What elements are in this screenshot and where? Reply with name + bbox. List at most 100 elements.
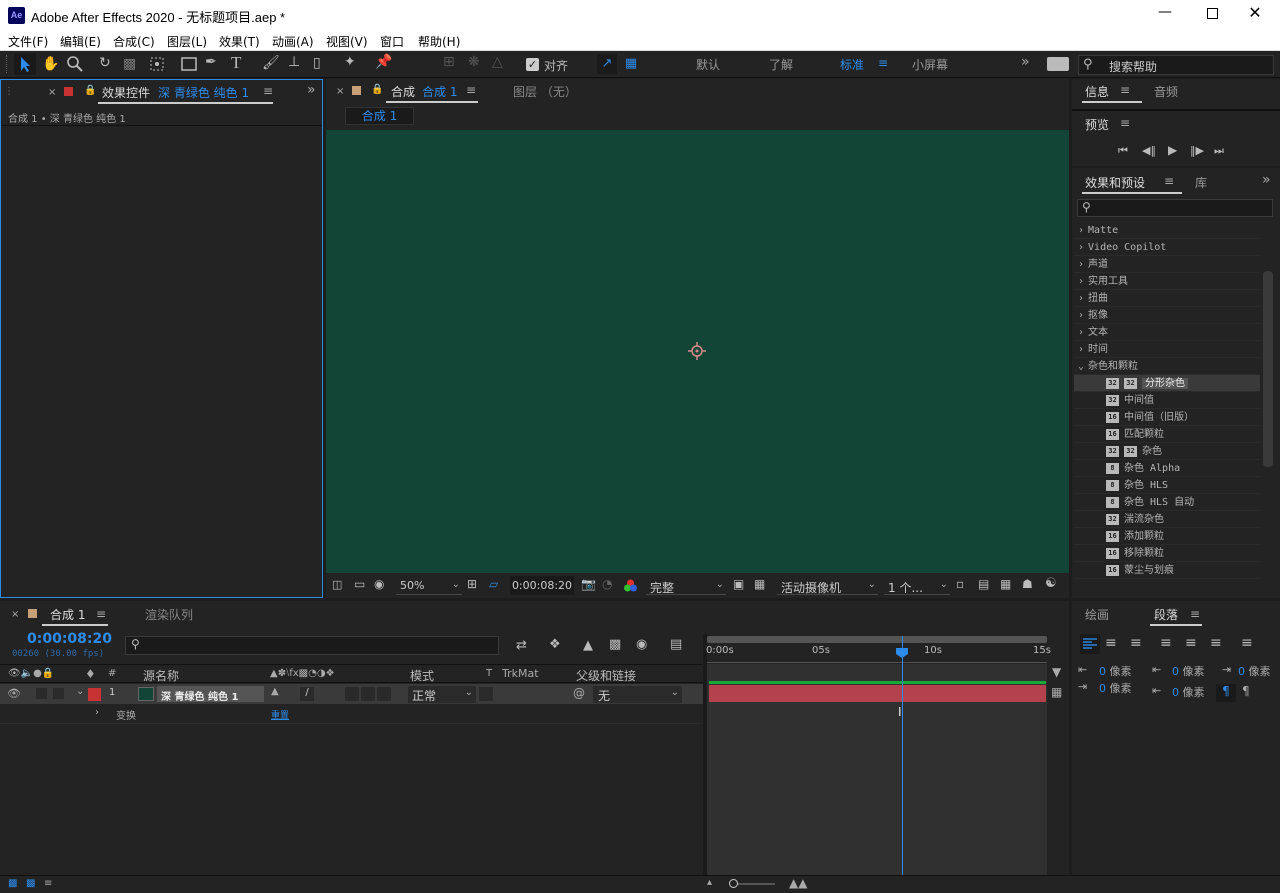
roto-brush-tool-icon[interactable]: ✦ [344, 55, 356, 69]
selection-tool-icon[interactable] [14, 53, 36, 75]
exposure-icon[interactable]: ☯ [1045, 577, 1057, 590]
timeline-timecode[interactable]: 0:00:08:20 [27, 631, 112, 647]
effect-controls-tab-label[interactable]: 效果控件 [102, 84, 150, 101]
mask-view-icon[interactable]: ◉ [374, 578, 384, 590]
expand-transform-icon[interactable]: › [95, 707, 99, 718]
workspace-menu-icon[interactable]: ≡ [878, 56, 888, 70]
indent-right-value[interactable]: 0 像素 [1238, 663, 1271, 679]
first-line-indent-value[interactable]: 0 像素 [1099, 680, 1132, 696]
hand-tool-icon[interactable]: ✋ [42, 57, 59, 71]
layer-row[interactable]: 👁 ⌄ 1 深 青绿色 纯色 1 ▲ / 正常 ⌄ @ 无 ⌄ [0, 684, 703, 704]
anchor-point-icon[interactable] [687, 341, 707, 361]
align-left-button[interactable] [1080, 634, 1100, 654]
effect-category[interactable]: › 实用工具 [1074, 273, 1260, 290]
zoom-tool-icon[interactable] [66, 55, 84, 73]
puppet-tool-icon[interactable]: 📌 [375, 55, 392, 69]
effect-category[interactable]: ⌄ 杂色和颗粒 [1074, 358, 1260, 375]
help-search-box[interactable]: ⚲ 搜索帮助 [1078, 55, 1274, 75]
pan-behind-tool-icon[interactable] [148, 55, 166, 73]
frame-blending-icon[interactable]: ▩ [609, 638, 621, 651]
audio-toggle[interactable] [36, 688, 47, 699]
shy-switch-icon[interactable]: ▲ [271, 686, 279, 697]
comp-menu-icon[interactable]: ≡ [466, 83, 476, 97]
source-name-header[interactable]: 源名称 [143, 667, 179, 684]
effect-category[interactable]: › 抠像 [1074, 307, 1260, 324]
comp-marker-bin-icon[interactable]: ▼ [1052, 665, 1061, 679]
tab-effects-presets[interactable]: 效果和预设 [1085, 174, 1145, 191]
snap-checkbox[interactable]: ✓ [526, 58, 539, 71]
shy-layers-icon[interactable]: ▲ [583, 639, 593, 652]
zoom-out-icon[interactable]: ▴ [707, 877, 712, 888]
brush-tool-icon[interactable]: 🖌 [262, 56, 280, 70]
effect-item[interactable]: 16 蒙尘与划痕 [1074, 562, 1260, 579]
workspace-small-screen[interactable]: 小屏幕 [912, 56, 948, 73]
maximize-button[interactable] [1197, 4, 1227, 26]
effect-category[interactable]: › 文本 [1074, 324, 1260, 341]
sync-settings-icon[interactable] [1047, 57, 1069, 71]
lock-icon[interactable]: 🔒 [84, 85, 96, 96]
timeline-menu-icon[interactable]: ≡ [96, 607, 106, 621]
axis-view-icon[interactable]: △ [492, 55, 503, 69]
parent-dropdown[interactable]: 无 ⌄ [593, 686, 682, 703]
effect-category[interactable]: › Matte [1074, 222, 1260, 239]
flowchart-icon[interactable]: ☗ [1022, 578, 1033, 590]
motion-blur-switch[interactable] [345, 687, 359, 701]
timeline-tab-label[interactable]: 合成 1 [50, 606, 85, 623]
reset-link[interactable]: 重置 [271, 708, 289, 721]
play-icon[interactable]: ▶ [1168, 144, 1177, 156]
transform-row[interactable]: › 变换 重置 [0, 704, 703, 723]
timeline-search-input[interactable]: ⚲ [125, 636, 499, 655]
work-area-bar[interactable] [707, 636, 1047, 643]
monitor-icon[interactable]: ▭ [354, 578, 365, 590]
rotate-tool-icon[interactable]: ↻ [99, 56, 111, 70]
layer-duration-bar[interactable] [709, 685, 1046, 702]
effect-category[interactable]: › 扭曲 [1074, 290, 1260, 307]
close-timeline-tab-icon[interactable]: × [11, 609, 19, 620]
mode-dropdown[interactable]: 正常 ⌄ [408, 686, 476, 703]
effect-item[interactable]: 16 匹配颗粒 [1074, 426, 1260, 443]
tab-info[interactable]: 信息 [1085, 83, 1109, 100]
resolution-grid-icon[interactable]: ⊞ [467, 578, 477, 590]
transfer-controls-toggle-icon[interactable]: ▩ [26, 878, 35, 889]
close-window-button[interactable]: ✕ [1240, 3, 1270, 25]
justify-all-icon[interactable]: ≡ [1241, 636, 1253, 650]
effect-item[interactable]: 32 32 杂色 [1074, 443, 1260, 460]
workspace-learn[interactable]: 了解 [769, 56, 793, 73]
effect-item[interactable]: 32 湍流杂色 [1074, 511, 1260, 528]
align-right-icon[interactable]: ≡ [1130, 636, 1142, 650]
align-center-icon[interactable]: ≡ [1105, 636, 1117, 650]
mode-header[interactable]: 模式 [410, 667, 434, 684]
menu-help[interactable]: 帮助(H) [418, 33, 460, 50]
panel-menu-icon[interactable]: ≡ [263, 84, 273, 98]
pen-tool-icon[interactable]: ✒ [205, 55, 217, 69]
views-dropdown[interactable]: 1 个... ⌄ [884, 576, 950, 595]
effects-overflow-icon[interactable]: » [1262, 172, 1271, 188]
tab-paint[interactable]: 绘画 [1085, 606, 1109, 623]
justify-left-icon[interactable]: ≡ [1160, 636, 1172, 650]
reset-exposure-icon[interactable]: ▤ [978, 578, 989, 590]
ltr-direction-button[interactable]: ¶ [1216, 684, 1236, 702]
next-frame-icon[interactable]: ‖▶ [1190, 145, 1204, 156]
type-tool-icon[interactable]: T [231, 54, 241, 71]
quality-switch[interactable]: / [300, 687, 314, 701]
menu-view[interactable]: 视图(V) [326, 33, 368, 50]
close-tab-icon[interactable]: × [48, 87, 56, 98]
snap-features-icon[interactable]: ▦ [621, 54, 641, 74]
axis-world-icon[interactable]: ❋ [468, 55, 480, 69]
effect-item[interactable]: 16 添加颗粒 [1074, 528, 1260, 545]
color-channels-icon[interactable] [623, 578, 638, 593]
paragraph-menu-icon[interactable]: ≡ [1190, 607, 1200, 621]
previous-frame-icon[interactable]: ◀‖ [1142, 145, 1156, 156]
solo-toggle[interactable] [53, 688, 64, 699]
effect-category[interactable]: › 时间 [1074, 341, 1260, 358]
menu-layer[interactable]: 图层(L) [167, 33, 207, 50]
effect-item[interactable]: 32 中间值 [1074, 392, 1260, 409]
visibility-eye-icon[interactable]: 👁 [7, 687, 21, 700]
justify-center-icon[interactable]: ≡ [1185, 636, 1197, 650]
zoom-dropdown[interactable]: 50% ⌄ [396, 576, 462, 595]
first-frame-icon[interactable]: ⏮ [1118, 145, 1128, 156]
menu-window[interactable]: 窗口 [380, 33, 404, 50]
effects-scrollbar[interactable] [1263, 271, 1273, 467]
effect-item[interactable]: 32 32 分形杂色 [1074, 375, 1260, 392]
menu-animation[interactable]: 动画(A) [272, 33, 314, 50]
